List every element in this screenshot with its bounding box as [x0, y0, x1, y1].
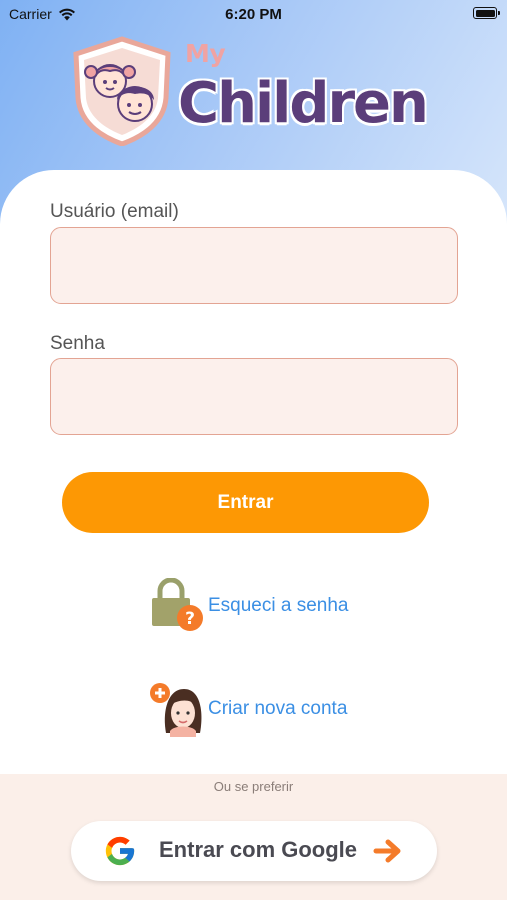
forgot-password-link[interactable]: ? Esqueci a senha [150, 578, 349, 634]
create-account-label: Criar nova conta [208, 698, 348, 719]
google-login-button[interactable]: Entrar com Google [71, 821, 437, 881]
logo-my-text: My [185, 39, 226, 68]
battery-icon [473, 7, 500, 19]
status-bar: Carrier 6:20 PM [0, 0, 507, 30]
app-logo: My Children [70, 36, 440, 146]
password-label: Senha [50, 333, 105, 354]
logo-children-text: Children [178, 71, 429, 136]
login-button[interactable]: Entrar [62, 472, 429, 533]
google-login-label: Entrar com Google [159, 837, 358, 862]
alternative-login-section: Ou se preferir Entrar com Google [0, 774, 507, 900]
clock: 6:20 PM [225, 6, 282, 23]
arrow-right-icon [373, 839, 401, 863]
shield-kids-icon [73, 36, 171, 146]
password-field[interactable] [50, 358, 458, 435]
add-user-avatar-icon [150, 683, 202, 737]
email-field[interactable] [50, 227, 458, 304]
or-divider-text: Ou se preferir [213, 779, 294, 794]
google-g-icon [105, 836, 135, 866]
create-account-link[interactable]: Criar nova conta [148, 681, 347, 737]
email-label: Usuário (email) [50, 201, 179, 222]
forgot-password-label: Esqueci a senha [208, 595, 349, 616]
svg-text:?: ? [185, 609, 195, 629]
lock-question-icon: ? [152, 578, 203, 631]
